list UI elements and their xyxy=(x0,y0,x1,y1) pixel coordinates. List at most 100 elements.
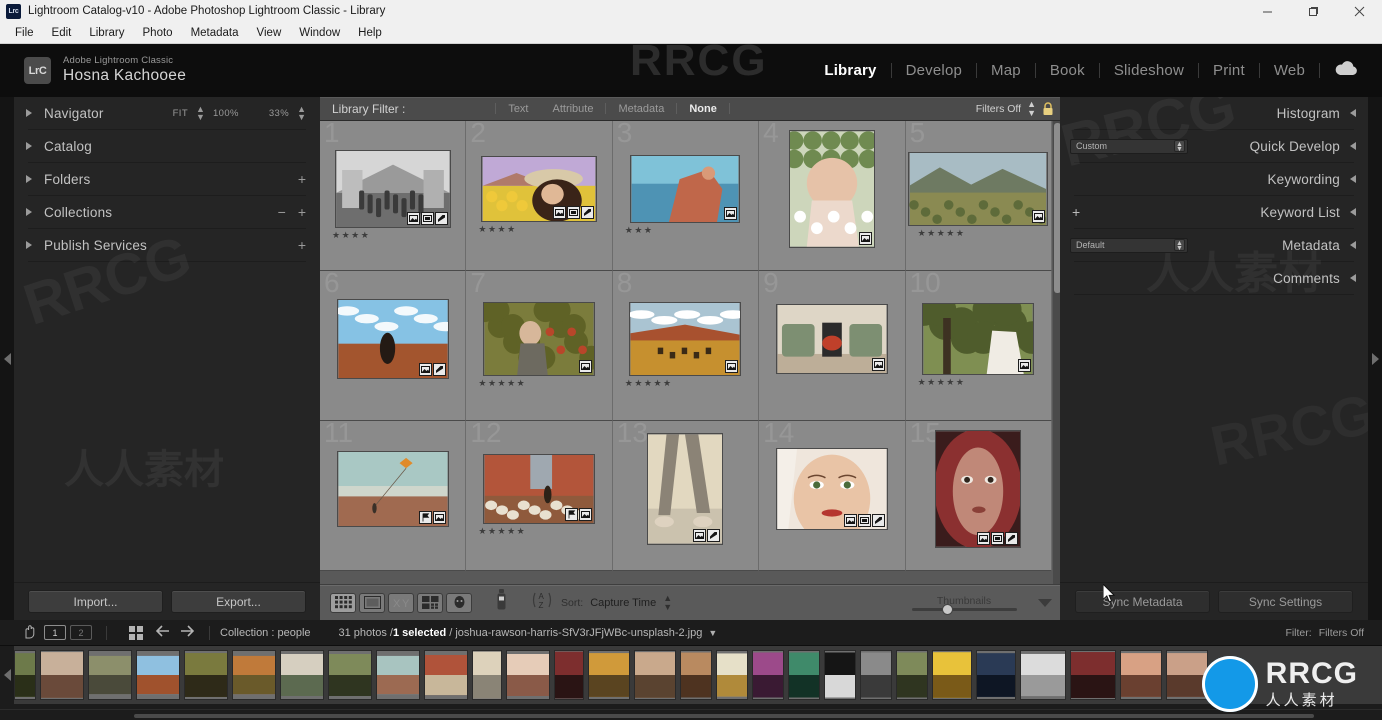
grid-thumbnail[interactable] xyxy=(935,429,1022,548)
menu-photo[interactable]: Photo xyxy=(134,25,182,41)
disclosure-triangle-icon[interactable] xyxy=(26,109,32,117)
filmstrip-filter-value[interactable]: Filters Off xyxy=(1319,627,1364,639)
nav-fit-stepper-icon[interactable]: ▲ ▼ xyxy=(196,104,205,121)
star-rating[interactable]: ★★★★★ xyxy=(918,377,966,388)
filmstrip-thumbnail[interactable] xyxy=(472,650,502,700)
grid-thumbnail[interactable] xyxy=(483,301,596,376)
grid-cell[interactable]: 11 xyxy=(320,419,467,571)
module-slideshow[interactable]: Slideshow xyxy=(1100,62,1198,79)
grid-thumbnail[interactable] xyxy=(908,151,1049,226)
crop-icon[interactable] xyxy=(1018,358,1032,372)
crop-icon[interactable] xyxy=(693,528,707,542)
close-button[interactable] xyxy=(1336,0,1382,22)
metadata-icon[interactable] xyxy=(420,211,434,225)
crop-icon[interactable] xyxy=(858,231,872,245)
disclosure-triangle-icon[interactable] xyxy=(26,208,32,216)
grid-thumbnail[interactable] xyxy=(483,453,596,524)
grid-view-icon[interactable] xyxy=(330,592,356,613)
panel-quick-develop[interactable]: Custom ▲ ▼ Quick Develop xyxy=(1060,130,1368,162)
module-print[interactable]: Print xyxy=(1199,62,1259,79)
menu-library[interactable]: Library xyxy=(80,25,133,41)
spray-can-icon[interactable] xyxy=(496,589,508,616)
thumbnail-size-slider[interactable] xyxy=(911,603,1017,615)
cloud-sync-icon[interactable] xyxy=(1320,60,1364,81)
grid-icon[interactable] xyxy=(129,625,143,640)
grid-cell[interactable]: 3 ★★★ xyxy=(612,121,760,271)
menu-edit[interactable]: Edit xyxy=(43,25,81,41)
crop-icon[interactable] xyxy=(432,510,446,524)
crop-icon[interactable] xyxy=(553,205,567,219)
panel-catalog[interactable]: Catalog xyxy=(14,130,320,162)
filmstrip-thumbnail[interactable] xyxy=(40,650,84,700)
filmstrip-thumbnail[interactable] xyxy=(976,650,1016,700)
module-map[interactable]: Map xyxy=(977,62,1035,79)
menu-view[interactable]: View xyxy=(248,25,291,41)
grid-cell[interactable]: 2 ★★★★ xyxy=(466,121,613,271)
star-rating[interactable]: ★★★★★ xyxy=(478,378,526,389)
add-collection-icon[interactable]: + xyxy=(298,204,306,220)
filmstrip-thumbnail[interactable] xyxy=(932,650,972,700)
grid-cell[interactable]: 15 xyxy=(905,419,1052,571)
filmstrip-thumbnail[interactable] xyxy=(788,650,820,700)
add-publish-service-icon[interactable]: + xyxy=(298,237,306,253)
panel-comments[interactable]: Comments xyxy=(1060,262,1368,294)
crop-icon[interactable] xyxy=(724,206,738,220)
develop-icon[interactable] xyxy=(707,528,721,542)
filmstrip-horizontal-scrollbar[interactable] xyxy=(134,714,1314,718)
navigate-back-icon[interactable] xyxy=(151,625,175,640)
panel-metadata[interactable]: Default ▲ ▼ Metadata xyxy=(1060,229,1368,261)
panel-histogram[interactable]: Histogram xyxy=(1060,97,1368,129)
star-rating[interactable]: ★★★★★ xyxy=(918,228,966,239)
filters-stepper-icon[interactable]: ▲ ▼ xyxy=(1027,100,1036,117)
filmstrip-thumbnail[interactable] xyxy=(328,650,372,700)
lock-icon[interactable] xyxy=(1042,101,1054,116)
develop-icon[interactable] xyxy=(1005,531,1019,545)
filmstrip-thumbnail[interactable] xyxy=(232,650,276,700)
filmstrip-thumbnail[interactable] xyxy=(136,650,180,700)
collapse-triangle-icon[interactable] xyxy=(1350,241,1356,249)
grid-thumbnail[interactable] xyxy=(630,154,741,223)
survey-view-icon[interactable] xyxy=(417,592,443,613)
compare-view-icon[interactable]: XY xyxy=(388,592,414,613)
filmstrip-thumbnail[interactable] xyxy=(1020,650,1066,700)
right-panel-scroll[interactable]: RRCG 人人素材 RRCG Histogram Custom ▲▼ Quick… xyxy=(1060,97,1368,582)
grid-thumbnail[interactable] xyxy=(775,303,888,374)
crop-icon[interactable] xyxy=(977,531,991,545)
identity-plate-text[interactable]: Adobe Lightroom Classic Hosna Kachooee xyxy=(63,55,186,85)
loupe-view-icon[interactable] xyxy=(359,592,385,613)
filmstrip-thumbnail[interactable] xyxy=(896,650,928,700)
navigate-forward-icon[interactable] xyxy=(175,625,199,640)
filter-tab-none[interactable]: None xyxy=(677,103,729,115)
left-panel-scroll[interactable]: RRCG 人人素材 Navigator FIT ▲▼ 100% 33% ▲▼ xyxy=(14,97,320,582)
filmstrip-thumbnail[interactable] xyxy=(280,650,324,700)
right-panel-toggle[interactable] xyxy=(1368,97,1382,620)
identity-plate-badge[interactable]: LrC xyxy=(24,57,51,84)
crop-icon[interactable] xyxy=(406,211,420,225)
filmstrip-source-chevron-icon[interactable]: ▼ xyxy=(708,628,717,638)
develop-icon[interactable] xyxy=(871,513,885,527)
crop-icon[interactable] xyxy=(725,359,739,373)
module-web[interactable]: Web xyxy=(1260,62,1319,79)
filmstrip-thumbnail[interactable] xyxy=(554,650,584,700)
left-panel-toggle[interactable] xyxy=(0,97,14,620)
filmstrip-collapse-toggle[interactable] xyxy=(0,646,14,704)
filter-tab-attribute[interactable]: Attribute xyxy=(541,103,606,115)
crop-icon[interactable] xyxy=(418,362,432,376)
crop-icon[interactable] xyxy=(843,513,857,527)
collapse-triangle-icon[interactable] xyxy=(1350,142,1356,150)
panel-navigator[interactable]: Navigator FIT ▲ ▼ 100% 33% ▲ ▼ xyxy=(14,97,320,129)
star-rating[interactable]: ★★★★ xyxy=(478,224,516,235)
grid-thumbnail[interactable] xyxy=(334,149,451,228)
grid-thumbnail[interactable] xyxy=(336,298,449,379)
menu-help[interactable]: Help xyxy=(349,25,391,41)
filmstrip-thumbnail[interactable] xyxy=(752,650,784,700)
metadata-preset-select[interactable]: Default ▲ ▼ xyxy=(1070,237,1188,253)
sync-metadata-button[interactable]: Sync Metadata xyxy=(1075,590,1210,613)
menu-file[interactable]: File xyxy=(6,25,43,41)
filmstrip-thumbnails[interactable] xyxy=(0,646,1382,704)
star-rating[interactable]: ★★★★ xyxy=(332,230,370,241)
collapse-triangle-icon[interactable] xyxy=(1350,274,1356,282)
nav-zoom-stepper-icon[interactable]: ▲ ▼ xyxy=(297,104,306,121)
disclosure-triangle-icon[interactable] xyxy=(26,241,32,249)
sort-value[interactable]: Capture Time xyxy=(590,597,656,609)
